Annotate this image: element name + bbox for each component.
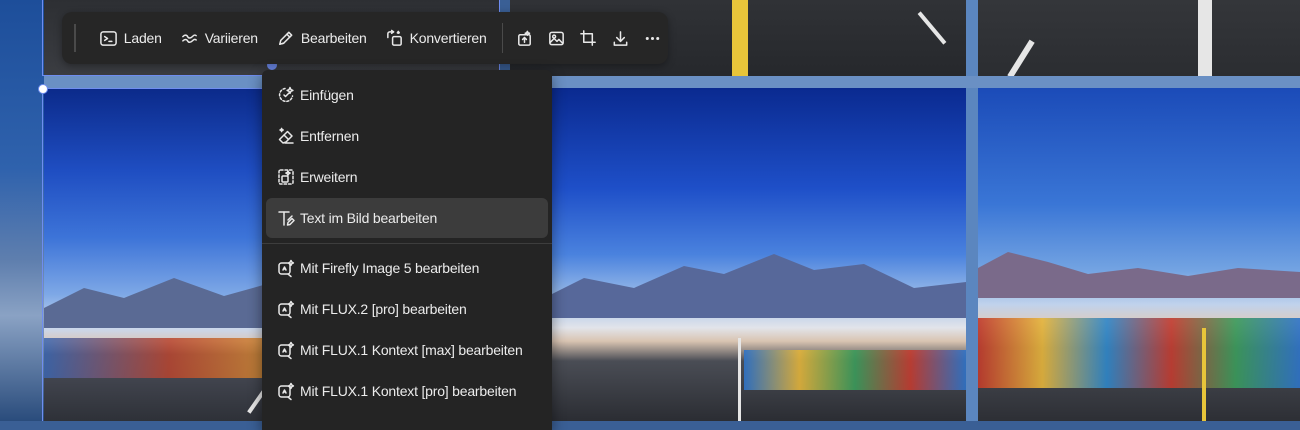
image-button[interactable]: [540, 20, 572, 56]
image-icon: [548, 31, 564, 45]
load-button[interactable]: Laden: [90, 20, 171, 56]
load-button-label: Laden: [123, 30, 162, 46]
grid-gap: [44, 76, 1300, 88]
convert-button[interactable]: Konvertieren: [376, 20, 496, 56]
menu-item-label: Entfernen: [300, 128, 359, 144]
pencil-icon: [278, 31, 293, 45]
edit-button[interactable]: Bearbeiten: [267, 20, 376, 56]
text-edit-icon: [278, 211, 295, 226]
menu-item-label: Einfügen: [300, 87, 354, 103]
canvas-background: [0, 0, 44, 421]
model-edit-icon: [278, 382, 295, 401]
upscale-icon: [517, 30, 531, 46]
model-edit-icon: [278, 259, 295, 278]
edit-button-label: Bearbeiten: [300, 30, 367, 46]
menu-item-label: Mit FLUX.1 Kontext [max] bearbeiten: [300, 342, 523, 358]
grid-gap: [966, 0, 978, 421]
vary-button-label: Variieren: [204, 30, 258, 46]
toolbar-drag-handle[interactable]: [74, 24, 76, 52]
menu-item-label: Text im Bild bearbeiten: [300, 210, 438, 226]
download-icon: [613, 30, 628, 46]
download-button[interactable]: [604, 20, 636, 56]
resize-handle[interactable]: [38, 84, 48, 94]
menu-divider: [262, 243, 552, 244]
menu-item-label: Mit FLUX.2 [pro] bearbeiten: [300, 301, 467, 317]
menu-item-flux1-kontext-pro[interactable]: Mit FLUX.1 Kontext [pro] bearbeiten: [266, 371, 548, 411]
menu-item-flux2-pro[interactable]: Mit FLUX.2 [pro] bearbeiten: [266, 289, 548, 329]
menu-item-insert[interactable]: Einfügen: [266, 75, 548, 115]
menu-item-label: Mit Firefly Image 5 bearbeiten: [300, 260, 480, 276]
waves-icon: [181, 33, 197, 43]
menu-item-firefly-image-5[interactable]: Mit Firefly Image 5 bearbeiten: [266, 248, 548, 288]
more-button[interactable]: [636, 20, 668, 56]
image-tile-top-3[interactable]: [978, 0, 1300, 76]
convert-button-label: Konvertieren: [409, 30, 487, 46]
image-tile-2[interactable]: [544, 88, 966, 421]
menu-item-label: Erweitern: [300, 169, 358, 185]
more-icon: [645, 36, 659, 40]
toolbar-separator: [501, 23, 503, 53]
expand-icon: [278, 169, 294, 185]
image-tile-3[interactable]: [978, 88, 1300, 421]
crop-button[interactable]: [572, 20, 604, 56]
model-edit-icon: [278, 300, 295, 319]
menu-item-label: Mit FLUX.1 Kontext [pro] bearbeiten: [300, 383, 517, 399]
menu-item-remove[interactable]: Entfernen: [266, 116, 548, 156]
insert-sparkle-icon: [278, 86, 294, 103]
menu-item-expand[interactable]: Erweitern: [266, 157, 548, 197]
convert-icon: [386, 29, 402, 46]
image-toolbar: Laden Variieren Bearbeiten Konvertieren: [62, 12, 668, 64]
upscale-button[interactable]: [509, 20, 541, 56]
menu-item-flux1-kontext-max[interactable]: Mit FLUX.1 Kontext [max] bearbeiten: [266, 330, 548, 370]
edit-dropdown-menu: Einfügen Entfernen Erweitern Text im Bil…: [262, 70, 552, 430]
terminal-icon: [99, 30, 117, 46]
menu-item-edit-text-in-image[interactable]: Text im Bild bearbeiten: [266, 198, 548, 238]
vary-button[interactable]: Variieren: [171, 20, 267, 56]
eraser-icon: [278, 127, 294, 144]
model-edit-icon: [278, 341, 295, 360]
crop-icon: [579, 29, 596, 46]
